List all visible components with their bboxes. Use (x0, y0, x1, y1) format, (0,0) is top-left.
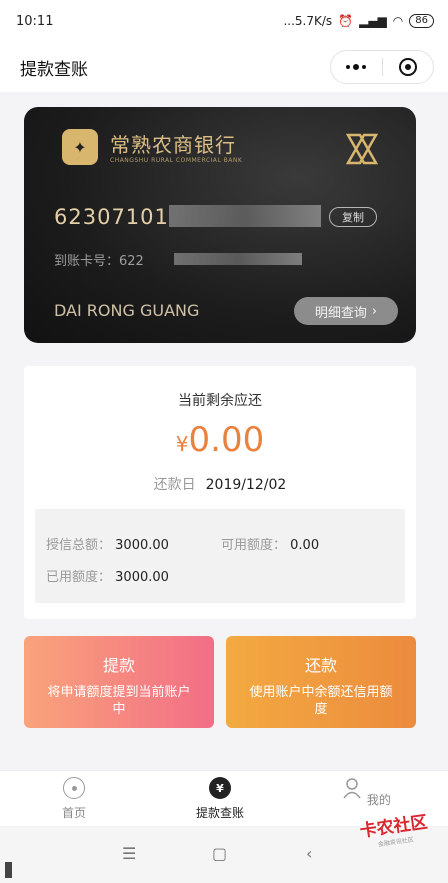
back-icon[interactable]: ‹ (306, 844, 312, 863)
more-button[interactable] (331, 51, 382, 83)
repay-title: 还款 (304, 656, 337, 675)
used-credit-label: 已用额度： (46, 570, 112, 585)
chevron-right-icon: › (371, 303, 378, 319)
bank-card: ✦ 常熟农商银行 CHANGSHU RURAL COMMERCIAL BANK … (24, 107, 416, 343)
more-dots-icon (346, 64, 367, 70)
tab-home[interactable]: 首页 (24, 777, 124, 821)
bank-logo-icon: ✦ (62, 129, 98, 165)
available-credit-row: 可用额度： 0.00 (221, 534, 319, 553)
total-credit-value: 3000.00 (115, 538, 169, 553)
card-number-mask (169, 205, 321, 227)
due-date-label: 还款日 (153, 477, 196, 493)
alarm-icon: ⏰ (338, 14, 354, 28)
credit-info-box: 授信总额： 3000.00 可用额度： 0.00 已用额度： 3000.00 (35, 509, 405, 603)
status-bar: 10:11 ...5.7K/s ⏰ ▂▄▆ ◠ 86 (0, 0, 448, 42)
due-date-row: 还款日 2019/12/02 (24, 474, 416, 494)
repay-button[interactable]: 还款 使用账户中余额还信用额度 (226, 636, 416, 728)
net-speed: ...5.7K/s (283, 14, 333, 28)
available-credit-label: 可用额度： (221, 538, 287, 553)
page-title: 提款查账 (20, 59, 88, 80)
close-mini-program-button[interactable] (383, 51, 434, 83)
withdraw-description: 将申请额度提到当前账户中 (47, 685, 191, 717)
used-credit-row: 已用额度： 3000.00 (46, 566, 169, 585)
withdraw-title: 提款 (102, 656, 135, 675)
balance-amount: ¥0.00 (24, 420, 416, 460)
repay-description: 使用账户中余额还信用额度 (249, 685, 393, 717)
menu-icon[interactable]: ☰ (122, 844, 136, 863)
wifi-icon: ◠ (392, 14, 404, 28)
total-credit-label: 授信总额： (46, 538, 112, 553)
copy-button[interactable]: 复制 (329, 207, 377, 227)
detail-query-label: 明细查询 (314, 305, 367, 321)
withdraw-button[interactable]: 提款 将申请额度提到当前账户中 (24, 636, 214, 728)
tab-withdraw-account[interactable]: ¥ 提款查账 (170, 777, 270, 821)
target-icon (398, 58, 417, 76)
receive-card-mask (174, 253, 302, 265)
detail-query-button[interactable]: 明细查询 › (294, 297, 398, 325)
card-holder-name: DAI RONG GUANG (54, 301, 200, 320)
available-credit-value: 0.00 (290, 538, 320, 553)
yen-icon: ¥ (209, 777, 231, 799)
card-number: 62307101 (54, 205, 169, 229)
card-brand-icon (345, 133, 379, 165)
tab-withdraw-account-label: 提款查账 (195, 806, 244, 820)
edge-marker (5, 862, 12, 878)
bank-subtitle: CHANGSHU RURAL COMMERCIAL BANK (110, 157, 243, 164)
user-icon (343, 778, 361, 799)
battery-icon: 86 (409, 14, 434, 28)
tab-mine-label: 我的 (366, 793, 391, 807)
amount-value: 0.00 (188, 420, 265, 460)
status-icons: ...5.7K/s ⏰ ▂▄▆ ◠ 86 (283, 14, 434, 28)
bank-name: 常熟农商银行 (110, 133, 236, 157)
used-credit-value: 3000.00 (115, 570, 169, 585)
status-time: 10:11 (16, 13, 54, 29)
tab-home-label: 首页 (61, 806, 86, 820)
balance-card: 当前剩余应还 ¥0.00 还款日 2019/12/02 授信总额： 3000.00… (24, 366, 416, 619)
signal-icon: ▂▄▆ (359, 14, 387, 28)
home-icon (63, 777, 85, 799)
mini-program-capsule (330, 50, 434, 84)
due-date-value: 2019/12/02 (205, 477, 287, 493)
nav-bar: 提款查账 (0, 42, 448, 92)
total-credit-row: 授信总额： 3000.00 (46, 534, 169, 553)
balance-title: 当前剩余应还 (178, 393, 262, 409)
tab-mine[interactable]: 我的 (316, 777, 416, 808)
home-square-icon[interactable]: ▢ (212, 844, 227, 863)
receive-card-label: 到账卡号：622 (54, 254, 144, 269)
currency-symbol: ¥ (175, 432, 189, 456)
